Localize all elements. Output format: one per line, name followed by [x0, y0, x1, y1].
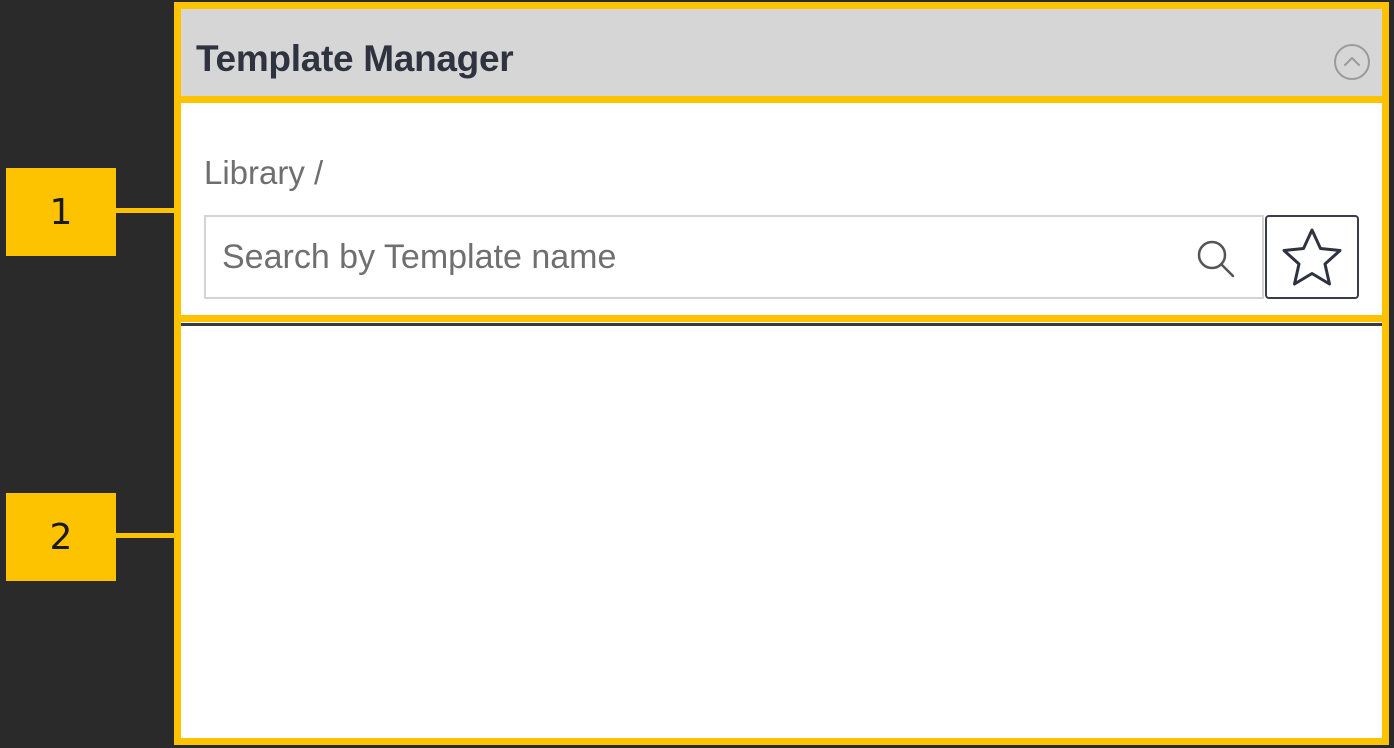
star-icon	[1282, 228, 1342, 286]
panel-header: Template Manager	[178, 5, 1385, 100]
breadcrumb[interactable]: Library /	[204, 154, 323, 192]
search-box[interactable]	[204, 215, 1264, 299]
callout-1: 1	[6, 168, 116, 256]
favorites-button[interactable]	[1265, 215, 1359, 299]
highlight-section-separator	[174, 315, 1389, 322]
callout-1-connector	[116, 208, 180, 213]
collapse-button[interactable]	[1333, 43, 1371, 81]
search-input[interactable]	[206, 217, 1166, 297]
highlight-header-separator	[174, 96, 1389, 103]
search-icon[interactable]	[1194, 237, 1238, 281]
callout-2: 2	[6, 493, 116, 581]
template-list-area	[178, 326, 1385, 739]
template-manager-panel: Template Manager Library /	[178, 5, 1385, 739]
callout-2-connector	[116, 533, 180, 538]
chevron-up-circle-icon	[1334, 44, 1370, 80]
panel-title: Template Manager	[196, 38, 514, 79]
